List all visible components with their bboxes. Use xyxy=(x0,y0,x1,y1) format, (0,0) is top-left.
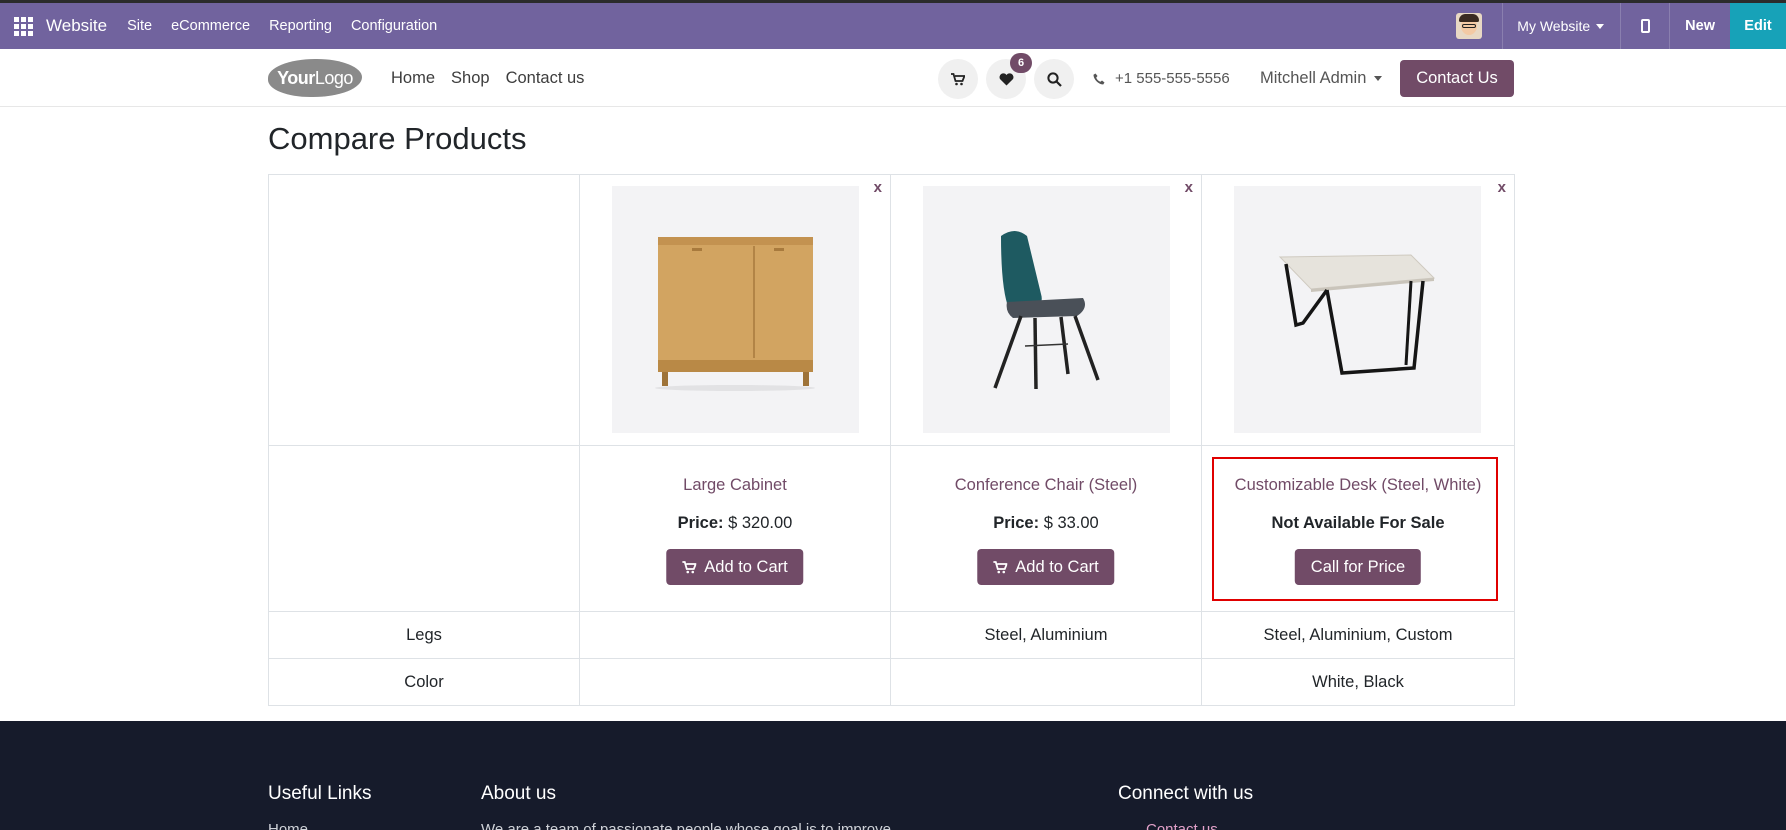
mobile-preview-button[interactable] xyxy=(1621,3,1669,49)
new-button[interactable]: New xyxy=(1670,3,1730,49)
site-logo[interactable]: Your Logo xyxy=(268,59,362,97)
remove-product-button[interactable]: x xyxy=(1498,179,1506,196)
page-title: Compare Products xyxy=(268,121,527,156)
logo-bold: Your xyxy=(277,67,315,88)
info-row: Large Cabinet Price: $ 320.00 Add to Car… xyxy=(268,445,1515,612)
attribute-name: Legs xyxy=(268,611,580,659)
cart-button[interactable] xyxy=(938,59,978,99)
admin-menu-reporting[interactable]: Reporting xyxy=(269,18,332,34)
product-info-cell: Conference Chair (Steel) Price: $ 33.00 … xyxy=(890,445,1202,612)
remove-product-button[interactable]: x xyxy=(1185,179,1193,196)
website-selector-label: My Website xyxy=(1517,18,1591,34)
product-image-large-cabinet[interactable] xyxy=(612,186,859,433)
admin-menu-ecommerce[interactable]: eCommerce xyxy=(171,18,250,34)
cart-icon xyxy=(951,72,965,85)
footer-link-contact[interactable]: Contact us xyxy=(1146,821,1218,830)
attribute-row: Color White, Black xyxy=(268,658,1515,706)
search-icon xyxy=(1046,71,1062,87)
attribute-value: Steel, Aluminium, Custom xyxy=(1201,611,1515,659)
product-image-cell: x xyxy=(1201,174,1515,446)
product-image-customizable-desk[interactable] xyxy=(1234,186,1481,433)
product-info-cell: Customizable Desk (Steel, White) Not Ava… xyxy=(1201,445,1515,612)
cart-icon xyxy=(993,560,1008,573)
product-image-cell: x xyxy=(890,174,1202,446)
price-value: $ 33.00 xyxy=(1043,514,1099,532)
footer-link-home[interactable]: Home xyxy=(268,821,308,830)
heart-icon xyxy=(999,72,1013,85)
nav-shop[interactable]: Shop xyxy=(451,69,490,88)
nav-contact[interactable]: Contact us xyxy=(506,69,585,88)
admin-menu-site[interactable]: Site xyxy=(127,18,152,34)
phone-number: +1 555-555-5556 xyxy=(1115,70,1230,87)
user-name: Mitchell Admin xyxy=(1260,69,1367,87)
add-to-cart-label: Add to Cart xyxy=(1015,557,1099,576)
admin-brand[interactable]: Website xyxy=(46,16,107,36)
attribute-value xyxy=(579,611,891,659)
footer-useful-links-title: Useful Links xyxy=(268,783,372,804)
user-avatar[interactable] xyxy=(1456,13,1483,39)
attribute-name: Color xyxy=(268,658,580,706)
contact-us-button[interactable]: Contact Us xyxy=(1400,60,1514,97)
product-name[interactable]: Large Cabinet xyxy=(580,476,890,495)
footer-about-title: About us xyxy=(481,783,556,804)
phone-contact[interactable]: +1 555-555-5556 xyxy=(1093,70,1230,87)
admin-menu-configuration[interactable]: Configuration xyxy=(351,18,437,34)
mobile-icon xyxy=(1640,19,1650,33)
image-row: x x x xyxy=(268,174,1515,446)
site-header: Your Logo Home Shop Contact us 6 +1 555-5… xyxy=(0,49,1786,107)
chevron-down-icon xyxy=(1596,23,1605,29)
nav-home[interactable]: Home xyxy=(391,69,435,88)
empty-label-cell xyxy=(268,445,580,612)
footer-connect-title: Connect with us xyxy=(1118,783,1254,804)
edit-button[interactable]: Edit xyxy=(1730,3,1786,49)
site-footer: Useful Links Home About us We are a team… xyxy=(0,721,1786,830)
call-for-price-button[interactable]: Call for Price xyxy=(1294,549,1422,585)
add-to-cart-label: Add to Cart xyxy=(704,557,788,576)
compare-table: x x x Large Cabinet Price: $ 320.00 Add … xyxy=(268,174,1515,706)
availability-text: Not Available For Sale xyxy=(1271,514,1445,532)
product-name[interactable]: Customizable Desk (Steel, White) xyxy=(1202,476,1514,495)
search-button[interactable] xyxy=(1034,59,1074,99)
user-menu[interactable]: Mitchell Admin xyxy=(1260,69,1383,88)
attribute-value: Steel, Aluminium xyxy=(890,611,1202,659)
availability-status: Not Available For Sale xyxy=(1202,514,1514,533)
wishlist-button[interactable]: 6 xyxy=(986,53,1032,99)
product-price: Price: $ 320.00 xyxy=(580,514,890,533)
attribute-value: White, Black xyxy=(1201,658,1515,706)
product-price: Price: $ 33.00 xyxy=(891,514,1201,533)
cart-icon xyxy=(682,560,697,573)
attribute-value xyxy=(890,658,1202,706)
add-to-cart-button[interactable]: Add to Cart xyxy=(666,549,804,585)
price-value: $ 320.00 xyxy=(728,514,793,532)
apps-menu-icon[interactable] xyxy=(0,3,46,49)
website-selector[interactable]: My Website xyxy=(1503,18,1620,34)
price-label: Price: xyxy=(993,514,1040,532)
product-name[interactable]: Conference Chair (Steel) xyxy=(891,476,1201,495)
product-info-cell: Large Cabinet Price: $ 320.00 Add to Car… xyxy=(579,445,891,612)
product-image-conference-chair[interactable] xyxy=(923,186,1170,433)
empty-header-cell xyxy=(268,174,580,446)
add-to-cart-button[interactable]: Add to Cart xyxy=(977,549,1115,585)
logo-light: Logo xyxy=(314,67,354,88)
attribute-value xyxy=(579,658,891,706)
remove-product-button[interactable]: x xyxy=(874,179,882,196)
main-nav: Home Shop Contact us xyxy=(391,69,584,88)
product-image-cell: x xyxy=(579,174,891,446)
chevron-down-icon xyxy=(1374,76,1383,81)
admin-bar: Website Site eCommerce Reporting Configu… xyxy=(0,0,1786,49)
phone-icon xyxy=(1093,73,1105,84)
footer-about-text: We are a team of passionate people whose… xyxy=(481,821,891,830)
wishlist-count-badge: 6 xyxy=(1010,53,1032,73)
price-label: Price: xyxy=(677,514,724,532)
attribute-row: Legs Steel, Aluminium Steel, Aluminium, … xyxy=(268,611,1515,659)
